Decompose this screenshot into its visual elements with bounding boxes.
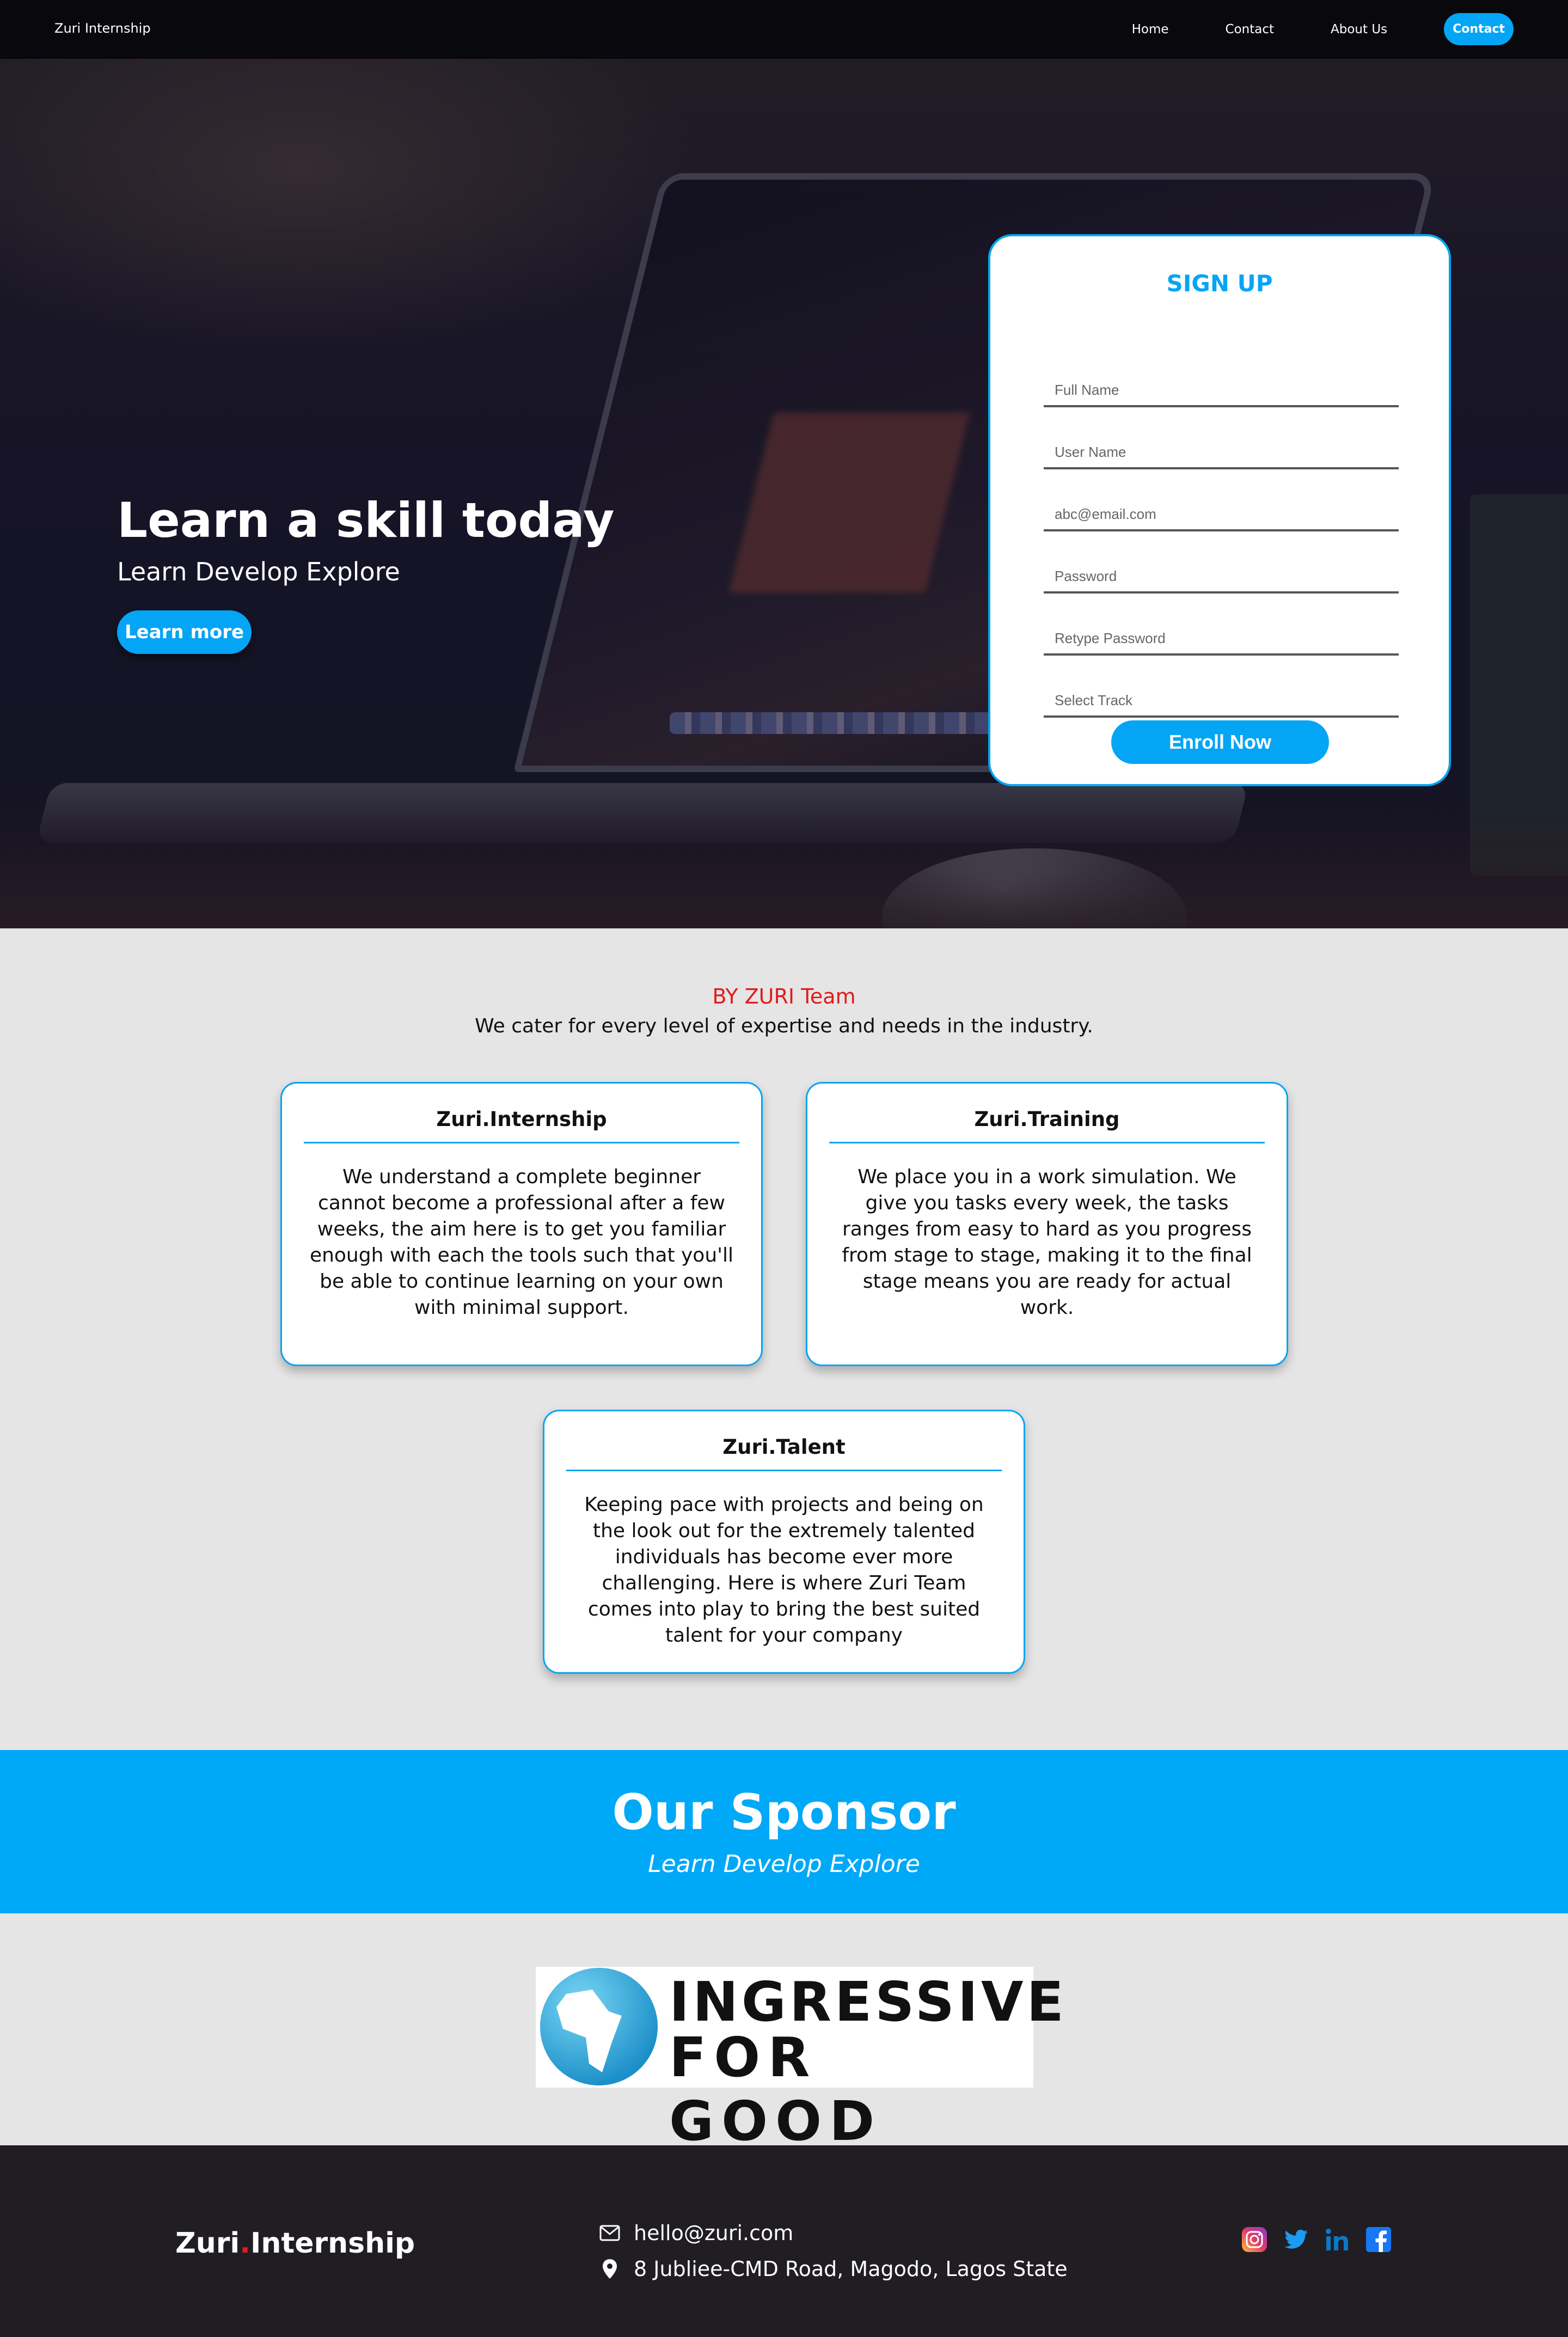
service-card-talent: Zuri.Talent Keeping pace with projects a…: [543, 1410, 1025, 1674]
services-byline: BY ZURI Team: [712, 984, 856, 1008]
footer-brand-dot: .: [240, 2227, 250, 2260]
nav-links: Home Contact About Us Contact: [1075, 13, 1514, 45]
user-name-row: [1044, 407, 1399, 469]
card-text: We understand a complete beginner cannot…: [309, 1166, 734, 1319]
sponsor-title: Our Sponsor: [612, 1784, 956, 1841]
password-field[interactable]: [1044, 561, 1399, 594]
email-row: [1044, 469, 1399, 531]
facebook-icon[interactable]: [1364, 2225, 1393, 2254]
card-text: Keeping pace with projects and being on …: [584, 1494, 984, 1647]
full-name-row: [1044, 345, 1399, 407]
retype-password-field[interactable]: [1044, 623, 1399, 656]
service-card-internship: Zuri.Internship We understand a complete…: [280, 1082, 763, 1366]
select-track-field[interactable]: [1044, 685, 1399, 718]
card-title: Zuri.Talent: [566, 1435, 1002, 1471]
enroll-now-button[interactable]: Enroll Now: [1111, 720, 1329, 764]
retype-password-row: [1044, 594, 1399, 656]
logo-text-line1: INGRESSIVE: [669, 1970, 1067, 2034]
footer-brand: Zuri.Internship: [175, 2227, 415, 2260]
sponsor-logo-ingressive: INGRESSIVE FOR GOOD: [536, 1967, 1064, 2153]
linkedin-icon[interactable]: [1323, 2225, 1351, 2254]
card-text: We place you in a work simulation. We gi…: [842, 1166, 1252, 1319]
hero-title: Learn a skill today: [117, 492, 615, 548]
full-name-field[interactable]: [1044, 375, 1399, 407]
footer-address-row: 8 Jubliee-CMD Road, Magodo, Lagos State: [599, 2251, 1068, 2287]
sponsor-subtitle: Learn Develop Explore: [648, 1850, 920, 1878]
user-name-field[interactable]: [1044, 437, 1399, 469]
service-card-training: Zuri.Training We place you in a work sim…: [806, 1082, 1288, 1366]
signup-fields: [1044, 345, 1399, 718]
services-header: BY ZURI Team We cater for every level of…: [0, 984, 1568, 1037]
select-track-row: [1044, 656, 1399, 718]
instagram-icon[interactable]: [1240, 2225, 1269, 2254]
footer: Zuri.Internship hello@zuri.com 8 Jubliee…: [0, 2145, 1568, 2337]
envelope-icon: [599, 2222, 621, 2244]
card-title: Zuri.Training: [829, 1108, 1265, 1143]
africa-shape: [556, 1990, 622, 2072]
footer-email[interactable]: hello@zuri.com: [634, 2221, 793, 2245]
nav-link-about[interactable]: About Us: [1331, 22, 1387, 36]
nav-link-home[interactable]: Home: [1132, 22, 1169, 36]
globe-icon: [540, 1968, 658, 2085]
twitter-icon[interactable]: [1282, 2225, 1310, 2254]
logo-text-line2: FOR GOOD: [669, 2026, 883, 2153]
learn-more-button[interactable]: Learn more: [117, 610, 252, 654]
signup-title: SIGN UP: [1166, 270, 1273, 297]
footer-social-links: [1240, 2225, 1406, 2254]
hero-subtitle: Learn Develop Explore: [117, 556, 400, 586]
footer-address: 8 Jubliee-CMD Road, Magodo, Lagos State: [634, 2257, 1068, 2281]
password-row: [1044, 531, 1399, 594]
map-pin-icon: [599, 2258, 621, 2280]
sponsor-banner: Our Sponsor Learn Develop Explore: [0, 1750, 1568, 1913]
footer-brand-internship: Internship: [250, 2227, 415, 2260]
nav-link-contact[interactable]: Contact: [1226, 22, 1274, 36]
footer-brand-zuri: Zuri: [175, 2227, 240, 2260]
nav-brand[interactable]: Zuri Internship: [54, 21, 151, 36]
services-subtitle: We cater for every level of expertise an…: [475, 1015, 1093, 1037]
signup-card: SIGN UP Enroll Now: [988, 234, 1451, 786]
nav-contact-button[interactable]: Contact: [1444, 13, 1514, 45]
top-navbar: Zuri Internship Home Contact About Us Co…: [0, 0, 1568, 59]
card-title: Zuri.Internship: [304, 1108, 739, 1143]
email-field[interactable]: [1044, 499, 1399, 531]
footer-email-row: hello@zuri.com: [599, 2215, 1068, 2251]
footer-contact: hello@zuri.com 8 Jubliee-CMD Road, Magod…: [599, 2215, 1068, 2287]
hero-text: Learn a skill today Learn Develop Explor…: [117, 494, 614, 654]
